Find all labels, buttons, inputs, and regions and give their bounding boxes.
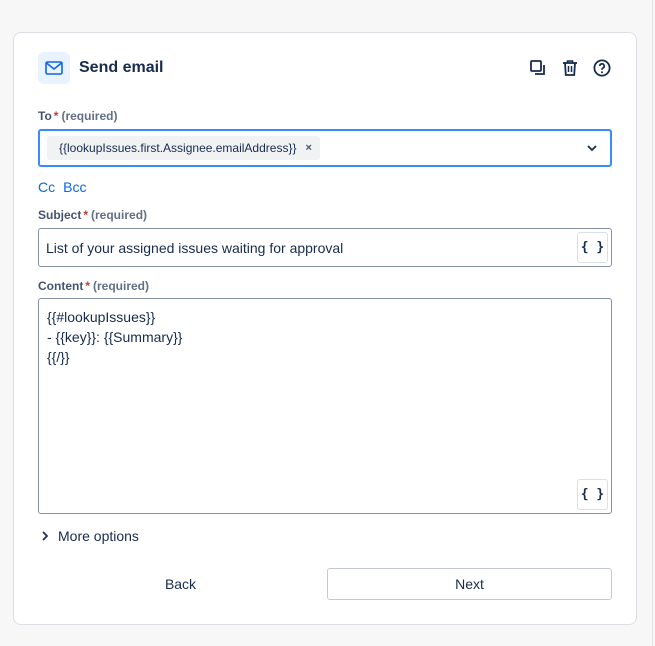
required-hint: (required) bbox=[91, 208, 148, 222]
smart-value-button[interactable]: { } bbox=[577, 232, 608, 263]
mail-icon bbox=[38, 52, 70, 84]
bcc-link[interactable]: Bcc bbox=[63, 179, 86, 195]
content-value: {{#lookupIssues}} - {{key}}: {{Summary}}… bbox=[47, 307, 182, 367]
cc-bcc-links: Cc Bcc bbox=[38, 179, 86, 195]
page-divider bbox=[652, 0, 653, 646]
to-label: To * (required) bbox=[38, 109, 117, 123]
next-button[interactable]: Next bbox=[327, 568, 612, 600]
card-header: Send email bbox=[38, 51, 612, 85]
subject-value: List of your assigned issues waiting for… bbox=[46, 239, 344, 256]
cc-link[interactable]: Cc bbox=[38, 179, 55, 195]
content-label: Content * (required) bbox=[38, 279, 149, 293]
chevron-down-icon[interactable] bbox=[584, 140, 600, 156]
more-options-label: More options bbox=[58, 528, 139, 544]
content-label-text: Content bbox=[38, 279, 84, 293]
smart-value-button[interactable]: { } bbox=[577, 479, 608, 510]
card-title: Send email bbox=[79, 59, 164, 76]
help-icon[interactable] bbox=[592, 58, 612, 78]
send-email-card: Send email To * (required) {{lookupIssue… bbox=[13, 32, 637, 625]
duplicate-icon[interactable] bbox=[528, 58, 548, 78]
more-options-toggle[interactable]: More options bbox=[40, 528, 139, 544]
required-hint: (required) bbox=[61, 109, 118, 123]
required-hint: (required) bbox=[93, 279, 150, 293]
content-line: {{#lookupIssues}} bbox=[47, 309, 156, 325]
chevron-right-icon bbox=[42, 531, 49, 541]
content-line: {{/}} bbox=[47, 349, 70, 365]
subject-label-text: Subject bbox=[38, 208, 82, 222]
required-asterisk: * bbox=[83, 208, 89, 222]
content-textarea[interactable]: {{#lookupIssues}} - {{key}}: {{Summary}}… bbox=[38, 298, 612, 514]
required-asterisk: * bbox=[53, 109, 59, 123]
back-button[interactable]: Back bbox=[38, 568, 323, 600]
required-asterisk: * bbox=[85, 279, 90, 293]
to-label-text: To bbox=[38, 109, 52, 123]
trash-icon[interactable] bbox=[560, 58, 580, 78]
subject-label: Subject * (required) bbox=[38, 208, 147, 222]
remove-recipient-icon[interactable]: × bbox=[305, 142, 311, 154]
recipient-chip: {{lookupIssues.first.Assignee.emailAddre… bbox=[47, 136, 320, 160]
to-recipient-select[interactable]: {{lookupIssues.first.Assignee.emailAddre… bbox=[38, 129, 612, 167]
recipient-chip-label: {{lookupIssues.first.Assignee.emailAddre… bbox=[59, 141, 297, 155]
header-actions bbox=[528, 58, 612, 78]
subject-input[interactable]: List of your assigned issues waiting for… bbox=[38, 228, 612, 267]
content-line: - {{key}}: {{Summary}} bbox=[47, 329, 183, 345]
